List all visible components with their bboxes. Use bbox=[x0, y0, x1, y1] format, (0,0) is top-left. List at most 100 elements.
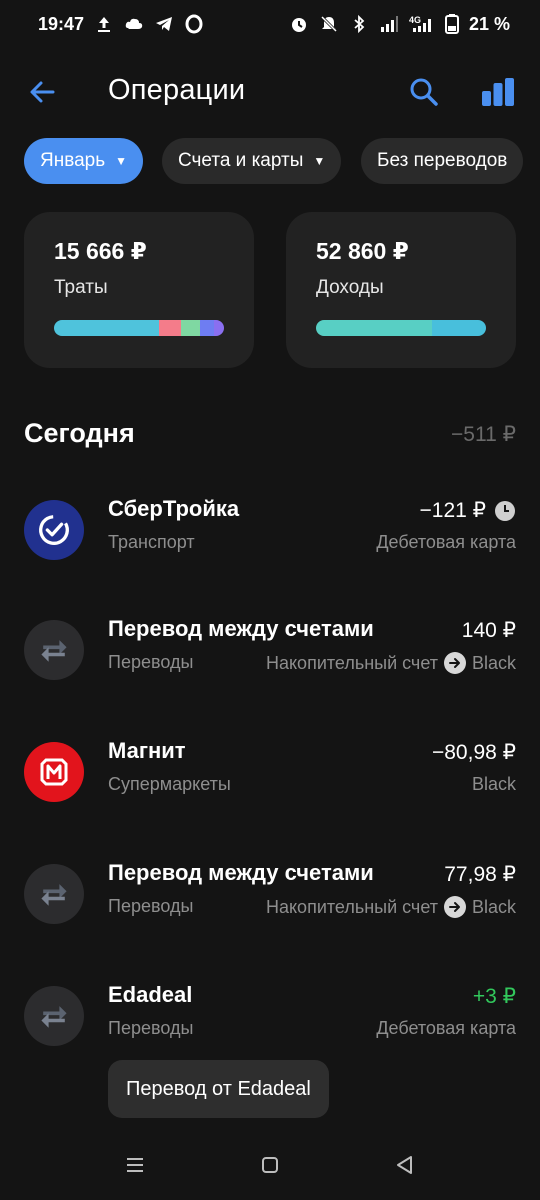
operation-amount: −121 ₽ bbox=[420, 498, 517, 523]
stats-button[interactable] bbox=[478, 72, 518, 112]
recent-apps-button[interactable] bbox=[120, 1150, 150, 1180]
account-to: Black bbox=[471, 652, 516, 673]
bar-segment bbox=[181, 320, 201, 336]
search-icon bbox=[410, 78, 438, 106]
operation-category: Переводы bbox=[108, 896, 194, 916]
arrow-right-circle-icon bbox=[443, 652, 466, 674]
bar-segment bbox=[213, 320, 224, 336]
operation-amount: +3 ₽ bbox=[473, 984, 516, 1009]
operation-name: Перевод между счетами bbox=[108, 616, 374, 641]
sbertroika-logo-icon bbox=[24, 500, 84, 560]
operation-category: Переводы bbox=[108, 652, 194, 672]
battery-icon bbox=[444, 14, 459, 34]
income-label: Доходы bbox=[316, 277, 384, 298]
operation-row[interactable]: Перевод между счетами Переводы 77,98 ₽ Н… bbox=[24, 860, 516, 944]
back-button[interactable] bbox=[22, 72, 62, 112]
operation-name: СберТройка bbox=[108, 496, 240, 521]
operation-name: Магнит bbox=[108, 738, 186, 763]
operation-row[interactable]: Магнит Супермаркеты −80,98 ₽ Black bbox=[24, 738, 516, 822]
caret-down-icon: ▼ bbox=[115, 154, 128, 168]
operation-account: Накопительный счет Black bbox=[266, 896, 516, 918]
filter-month-chip[interactable]: Январь ▼ bbox=[24, 138, 144, 184]
operation-category: Транспорт bbox=[108, 532, 195, 552]
status-bar: 19:47 4G 21 % bbox=[0, 0, 540, 48]
upload-icon bbox=[94, 14, 114, 34]
battery-percent: 21 % bbox=[468, 13, 510, 34]
operation-account: Black bbox=[472, 774, 516, 795]
app-bar: Операции bbox=[0, 60, 540, 124]
status-left: 19:47 bbox=[38, 14, 204, 35]
page-title: Операции bbox=[108, 74, 246, 106]
triangle-back-icon bbox=[397, 1156, 412, 1174]
spend-amount: 15 666 ₽ bbox=[54, 238, 147, 264]
operation-row[interactable]: Перевод между счетами Переводы 140 ₽ Нак… bbox=[24, 616, 516, 700]
bar-segment bbox=[159, 320, 182, 336]
caret-down-icon: ▼ bbox=[313, 154, 326, 168]
cloud-icon bbox=[124, 14, 144, 34]
account-name: Black bbox=[471, 774, 516, 794]
operation-account: Дебетовая карта bbox=[376, 532, 516, 553]
operation-amount: 140 ₽ bbox=[462, 618, 516, 643]
clock-pending-icon bbox=[494, 500, 516, 522]
bar-segment bbox=[316, 320, 432, 336]
amount-value: 140 ₽ bbox=[461, 619, 516, 642]
back-nav-button[interactable] bbox=[390, 1150, 420, 1180]
operation-name: Перевод между счетами bbox=[108, 860, 374, 885]
operation-category: Супермаркеты bbox=[108, 774, 231, 794]
amount-value: −80,98 ₽ bbox=[431, 741, 516, 764]
menu-icon bbox=[127, 1158, 143, 1172]
operation-category: Переводы bbox=[108, 1018, 194, 1038]
amount-value: +3 ₽ bbox=[472, 985, 516, 1008]
account-name: Дебетовая карта bbox=[376, 532, 516, 552]
filter-accounts-label: Счета и карты bbox=[178, 150, 304, 171]
spend-category-bar bbox=[54, 320, 224, 336]
search-button[interactable] bbox=[404, 72, 444, 112]
system-nav-bar bbox=[0, 1136, 540, 1192]
section-header-today: Сегодня −511 ₽ bbox=[24, 414, 516, 454]
bar-chart-icon bbox=[482, 78, 514, 106]
transfer-icon bbox=[24, 864, 84, 924]
telegram-icon bbox=[154, 14, 174, 34]
operation-account: Накопительный счет Black bbox=[266, 652, 516, 674]
magnit-logo-icon bbox=[24, 742, 84, 802]
operation-row[interactable]: Edadeal Переводы +3 ₽ Дебетовая карта bbox=[24, 982, 516, 1066]
account-from: Накопительный счет bbox=[265, 896, 438, 917]
filter-accounts-chip[interactable]: Счета и карты ▼ bbox=[162, 138, 342, 184]
network-4g-icon: 4G bbox=[409, 14, 435, 34]
square-icon bbox=[262, 1157, 278, 1173]
account-from: Накопительный счет bbox=[265, 652, 438, 673]
section-title: Сегодня bbox=[24, 418, 135, 448]
filter-no-transfers-chip[interactable]: Без переводов bbox=[361, 138, 524, 184]
transfer-icon bbox=[24, 986, 84, 1046]
bar-segment bbox=[54, 320, 160, 336]
mute-icon bbox=[319, 14, 339, 34]
signal-icon bbox=[379, 14, 399, 34]
alarm-icon bbox=[289, 14, 309, 34]
amount-value: 77,98 ₽ bbox=[444, 863, 516, 886]
arrow-left-icon bbox=[30, 81, 55, 103]
section-total: −511 ₽ bbox=[451, 423, 516, 446]
operation-row[interactable]: СберТройка Транспорт −121 ₽ Дебетовая ка… bbox=[24, 496, 517, 580]
operation-name: Edadeal bbox=[108, 982, 193, 1007]
toast-text: Перевод от Edadeal bbox=[126, 1077, 311, 1100]
income-category-bar bbox=[316, 320, 486, 336]
arrow-right-circle-icon bbox=[443, 896, 466, 918]
bluetooth-icon bbox=[349, 14, 369, 34]
network-type: 4G bbox=[409, 15, 421, 25]
operation-amount: −80,98 ₽ bbox=[432, 740, 516, 765]
income-card[interactable]: 52 860 ₽ Доходы bbox=[286, 212, 516, 368]
bar-segment bbox=[431, 320, 486, 336]
filter-month-label: Январь bbox=[40, 150, 106, 171]
operation-amount: 77,98 ₽ bbox=[444, 862, 516, 887]
filter-no-transfers-label: Без переводов bbox=[377, 150, 508, 171]
status-time: 19:47 bbox=[38, 13, 85, 34]
filter-chips: Январь ▼ Счета и карты ▼ Без переводов bbox=[24, 138, 540, 184]
operation-account: Дебетовая карта bbox=[376, 1018, 516, 1039]
spend-card[interactable]: 15 666 ₽ Траты bbox=[24, 212, 254, 368]
status-right: 4G 21 % bbox=[289, 14, 510, 35]
opera-icon bbox=[184, 14, 204, 34]
account-name: Дебетовая карта bbox=[376, 1018, 516, 1038]
home-button[interactable] bbox=[255, 1150, 285, 1180]
amount-value: −121 ₽ bbox=[419, 499, 487, 522]
income-amount: 52 860 ₽ bbox=[316, 238, 409, 264]
